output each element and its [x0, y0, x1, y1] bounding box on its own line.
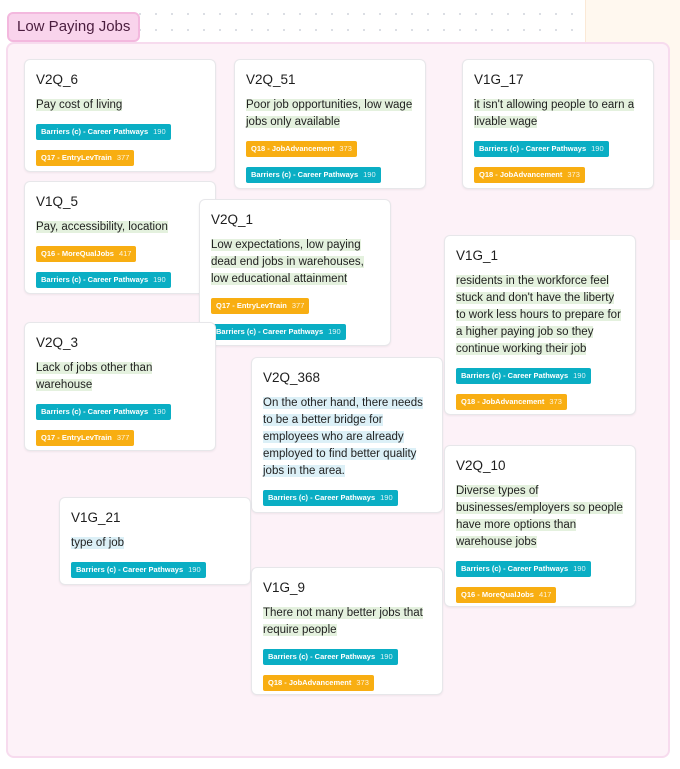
card-id: V2Q_51	[246, 72, 296, 87]
tag-career-pathways[interactable]: Barriers (c) - Career Pathways 190	[71, 562, 206, 578]
card-id: V2Q_368	[263, 370, 321, 385]
card-text: Pay cost of living	[36, 99, 123, 111]
card-text: type of job	[71, 537, 125, 549]
card-text: residents in the workforce feel stuck an…	[456, 275, 621, 355]
card-text: Low expectations, low paying dead end jo…	[211, 239, 364, 285]
card-id: V1G_1	[456, 248, 499, 263]
tag-career-pathways[interactable]: Barriers (c) - Career Pathways 190	[456, 368, 591, 384]
sticky-card-v1g-1[interactable]: V1G_1 residents in the workforce feel st…	[444, 235, 636, 415]
tag-career-pathways[interactable]: Barriers (c) - Career Pathways 190	[263, 490, 398, 506]
tag-career-pathways[interactable]: Barriers (c) - Career Pathways 190	[456, 561, 591, 577]
sticky-card-v2q-51[interactable]: V2Q_51 Poor job opportunities, low wage …	[234, 59, 426, 189]
sticky-card-v2q-1[interactable]: V2Q_1 Low expectations, low paying dead …	[199, 199, 391, 346]
card-id: V1G_17	[474, 72, 524, 87]
card-text: Poor job opportunities, low wage jobs on…	[246, 99, 413, 128]
card-text: it isn't allowing people to earn a livab…	[474, 99, 635, 128]
sticky-card-v2q-6[interactable]: V2Q_6 Pay cost of living Barriers (c) - …	[24, 59, 216, 172]
sticky-card-v1g-17[interactable]: V1G_17 it isn't allowing people to earn …	[462, 59, 654, 189]
card-text: Pay, accessibility, location	[36, 221, 168, 233]
card-text: Diverse types of businesses/employers so…	[456, 485, 623, 548]
card-id: V2Q_6	[36, 72, 79, 87]
card-id: V1G_21	[71, 510, 121, 525]
frame-title[interactable]: Low Paying Jobs	[7, 12, 141, 42]
tag-entrylevtrain[interactable]: Q17 - EntryLevTrain 377	[211, 298, 310, 314]
tag-morequaljobs[interactable]: Q16 - MoreQualJobs 417	[36, 246, 137, 262]
sticky-card-v1g-9[interactable]: V1G_9 There not many better jobs that re…	[251, 567, 443, 695]
sticky-card-v2q-368[interactable]: V2Q_368 On the other hand, there needs t…	[251, 357, 443, 513]
tag-jobadvancement[interactable]: Q18 - JobAdvancement 373	[474, 167, 585, 183]
tag-career-pathways[interactable]: Barriers (c) - Career Pathways 190	[474, 141, 609, 157]
card-id: V2Q_1	[211, 212, 254, 227]
sticky-card-v2q-3[interactable]: V2Q_3 Lack of jobs other than warehouse …	[24, 322, 216, 451]
tag-career-pathways[interactable]: Barriers (c) - Career Pathways 190	[36, 272, 171, 288]
tag-career-pathways[interactable]: Barriers (c) - Career Pathways 190	[36, 124, 171, 140]
card-text: There not many better jobs that require …	[263, 607, 423, 636]
tag-jobadvancement[interactable]: Q18 - JobAdvancement 373	[246, 141, 357, 157]
tag-career-pathways[interactable]: Barriers (c) - Career Pathways 190	[36, 404, 171, 420]
tag-entrylevtrain[interactable]: Q17 - EntryLevTrain 377	[36, 430, 135, 446]
tag-jobadvancement[interactable]: Q18 - JobAdvancement 373	[456, 394, 567, 410]
tag-career-pathways[interactable]: Barriers (c) - Career Pathways 190	[246, 167, 381, 183]
tag-entrylevtrain[interactable]: Q17 - EntryLevTrain 377	[36, 150, 135, 166]
card-text: Lack of jobs other than warehouse	[36, 362, 153, 391]
card-text: On the other hand, there needs to be a b…	[263, 397, 423, 477]
tag-jobadvancement[interactable]: Q18 - JobAdvancement 373	[263, 675, 374, 691]
card-id: V2Q_3	[36, 335, 79, 350]
card-id: V1G_9	[263, 580, 306, 595]
tag-career-pathways[interactable]: Barriers (c) - Career Pathways 190	[211, 324, 346, 340]
sticky-card-v2q-10[interactable]: V2Q_10 Diverse types of businesses/emplo…	[444, 445, 636, 607]
tag-career-pathways[interactable]: Barriers (c) - Career Pathways 190	[263, 649, 398, 665]
card-id: V1Q_5	[36, 194, 79, 209]
sticky-card-v1g-21[interactable]: V1G_21 type of job Barriers (c) - Career…	[59, 497, 251, 585]
tag-morequaljobs[interactable]: Q16 - MoreQualJobs 417	[456, 587, 557, 603]
sticky-card-v1q-5[interactable]: V1Q_5 Pay, accessibility, location Q16 -…	[24, 181, 216, 294]
card-id: V2Q_10	[456, 458, 506, 473]
